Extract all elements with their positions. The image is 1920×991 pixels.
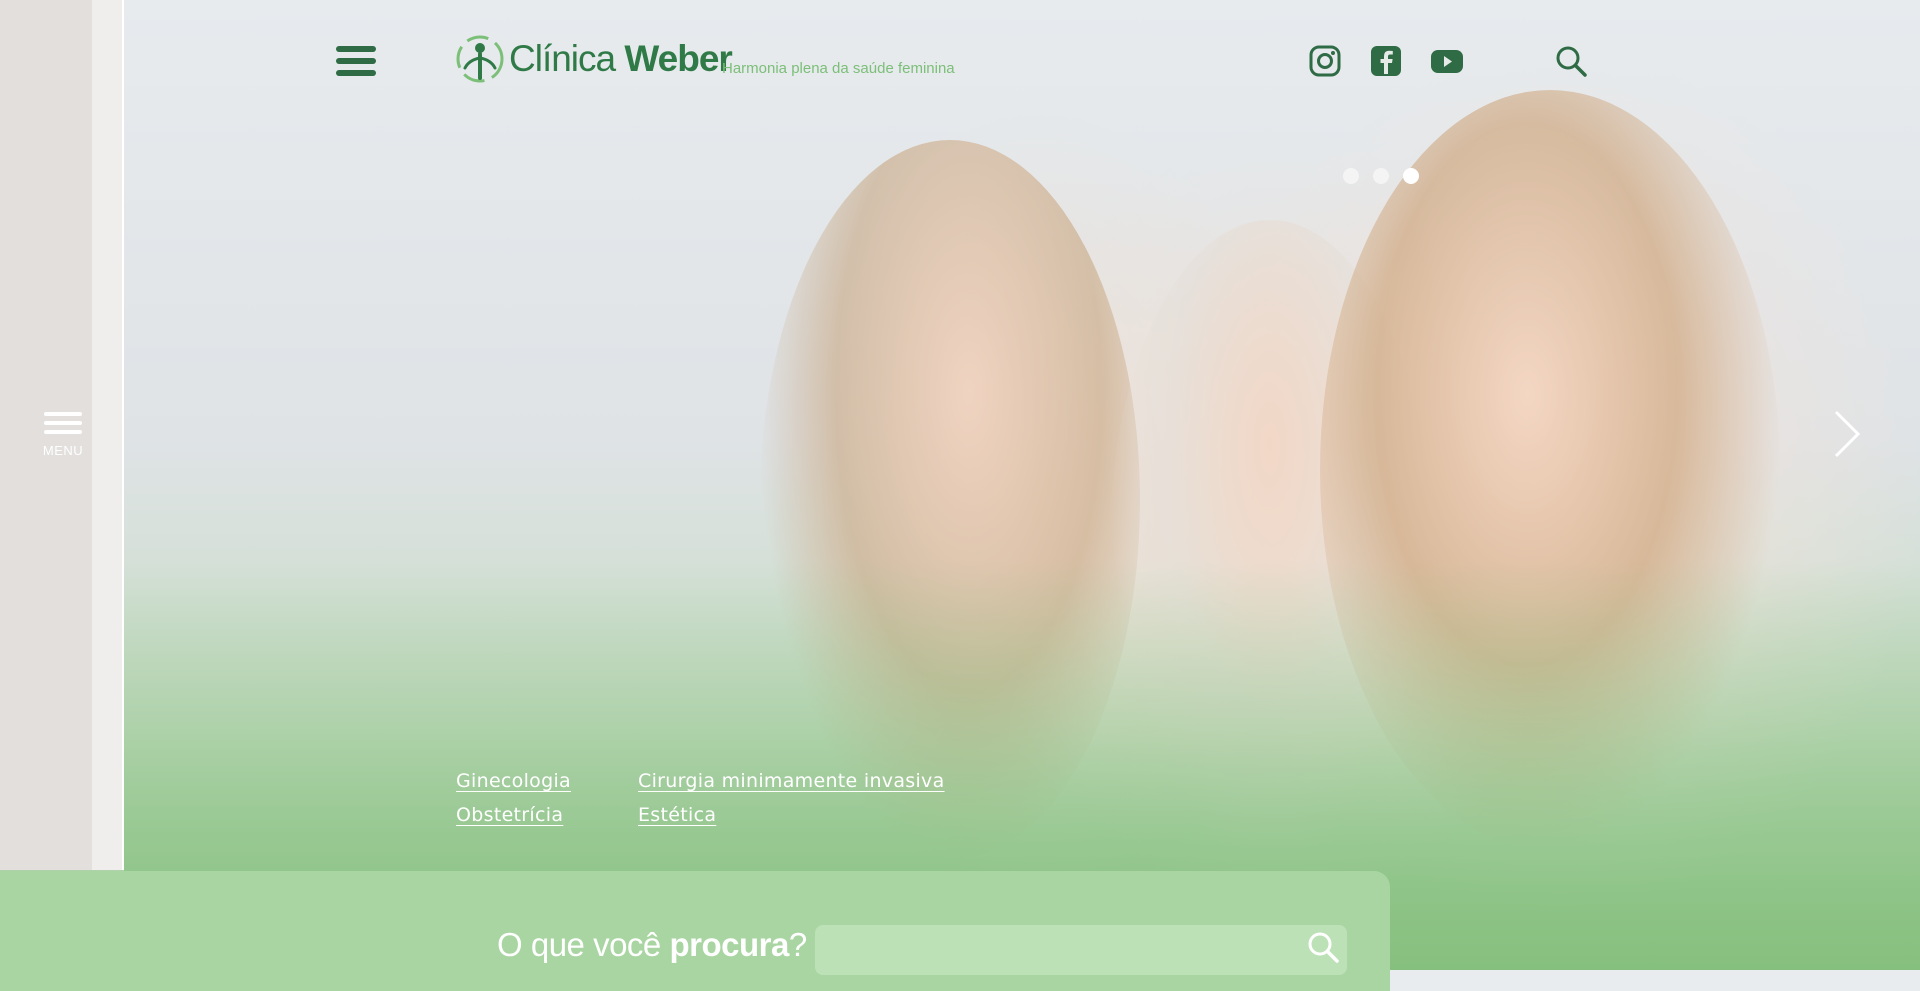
- link-obstetricia[interactable]: Obstetrícia: [456, 804, 638, 826]
- side-rail-stripe: [92, 0, 124, 870]
- slider-dot-active[interactable]: [1403, 168, 1419, 184]
- instagram-icon[interactable]: [1308, 44, 1342, 78]
- header-menu-button[interactable]: [336, 46, 376, 76]
- logo-name-light: Clínica: [509, 38, 616, 79]
- link-cirurgia-minimamente-invasiva[interactable]: Cirurgia minimamente invasiva: [638, 770, 945, 792]
- logo-text: Clínica Weber: [509, 38, 733, 80]
- search-label-prefix: O que você: [497, 926, 670, 963]
- clinic-logo-mark-icon: [456, 35, 504, 83]
- slider-dots: [1343, 168, 1419, 184]
- quick-links: Ginecologia Cirurgia minimamente invasiv…: [456, 770, 945, 826]
- youtube-icon[interactable]: [1430, 44, 1464, 78]
- search-icon[interactable]: [1554, 44, 1588, 78]
- link-estetica[interactable]: Estética: [638, 804, 945, 826]
- link-ginecologia[interactable]: Ginecologia: [456, 770, 638, 792]
- slider-dot[interactable]: [1343, 168, 1359, 184]
- logo-name-bold: Weber: [624, 38, 732, 79]
- site-logo[interactable]: Clínica Weber: [455, 34, 733, 84]
- search-submit-icon[interactable]: [1306, 930, 1340, 964]
- search-label: O que você procura?: [497, 926, 807, 964]
- search-label-strong: procura: [669, 926, 789, 963]
- slider-dot[interactable]: [1373, 168, 1389, 184]
- site-tagline: Harmonia plena da saúde feminina: [722, 60, 955, 77]
- side-menu-label: MENU: [42, 443, 84, 458]
- search-input[interactable]: [815, 925, 1347, 975]
- hamburger-icon: [44, 412, 82, 439]
- facebook-icon[interactable]: [1369, 44, 1403, 78]
- side-menu-button[interactable]: MENU: [30, 412, 96, 478]
- chevron-right-icon[interactable]: [1830, 408, 1864, 460]
- search-label-suffix: ?: [788, 926, 807, 963]
